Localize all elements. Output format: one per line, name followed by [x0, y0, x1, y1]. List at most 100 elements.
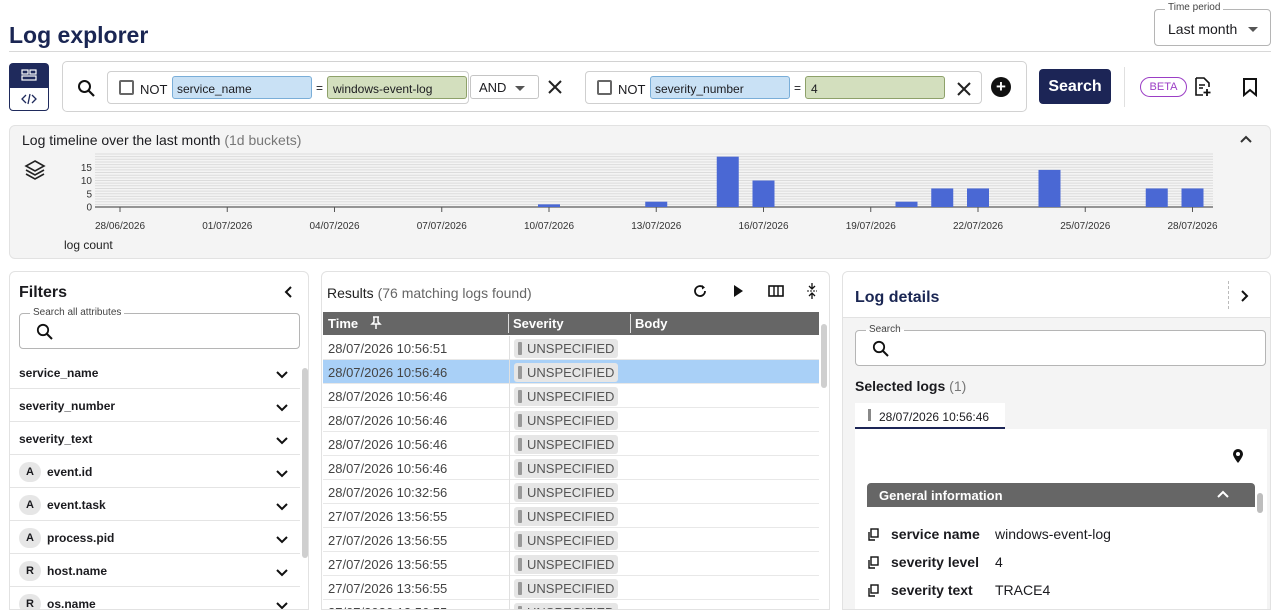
results-count: (76 matching logs found) — [377, 285, 532, 301]
details-scrollbar[interactable] — [1257, 493, 1263, 513]
details-search-input[interactable]: Search — [855, 324, 1266, 366]
timeline-chart: 0 5 10 15 28/06/2026 01/07/2026 04/07/2026 07/0… — [64, 153, 1218, 252]
live-tail-button[interactable] — [732, 284, 744, 303]
table-row[interactable]: 28/07/2026 10:32:56 UNSPECIFIED — [323, 480, 819, 504]
general-information-title: General information — [879, 488, 1003, 503]
x-tick-label: 28/07/2026 — [1167, 221, 1217, 232]
code-icon — [21, 93, 37, 105]
column-divider[interactable] — [508, 314, 509, 333]
x-tick-label: 16/07/2026 — [738, 221, 788, 232]
collapse-timeline-button[interactable] — [1239, 131, 1253, 149]
collapse-filters-button[interactable] — [283, 285, 293, 304]
collapse-details-button[interactable] — [1240, 289, 1250, 308]
column-header-time[interactable]: Time — [328, 316, 358, 331]
code-mode-button[interactable] — [9, 87, 49, 111]
table-row[interactable]: 27/07/2026 13:56:55 UNSPECIFIED — [323, 600, 819, 609]
filter-item[interactable]: service_name — [10, 356, 300, 389]
copy-icon[interactable] — [867, 556, 879, 569]
column-header-severity[interactable]: Severity — [513, 316, 564, 331]
results-scrollbar[interactable] — [821, 324, 827, 388]
query-builder: NOT service_name = windows-event-log NOT… — [62, 61, 1027, 112]
chart-bar — [1038, 169, 1061, 207]
detail-field-key: severity level — [891, 554, 979, 570]
selected-logs-label: Selected logs — [855, 378, 946, 394]
row-height-button[interactable] — [806, 282, 818, 305]
general-information-section-header[interactable]: General information — [867, 483, 1255, 507]
pin-icon[interactable] — [370, 316, 382, 330]
filters-search-input[interactable]: Search all attributes — [19, 307, 300, 349]
chevron-down-icon — [515, 86, 525, 91]
table-row[interactable]: 28/07/2026 10:56:46 UNSPECIFIED — [323, 432, 819, 456]
remove-condition-1-button[interactable] — [541, 75, 569, 103]
remove-condition-2-button[interactable] — [950, 77, 978, 105]
cell-time: 27/07/2026 13:56:55 — [328, 509, 448, 524]
filters-scrollbar[interactable] — [302, 368, 308, 558]
query-builder-mode-button[interactable] — [9, 63, 49, 87]
search-icon — [36, 323, 53, 340]
filter-item[interactable]: Aevent.id — [10, 455, 300, 488]
timeline-subtitle: (1d buckets) — [224, 132, 302, 148]
add-condition-button[interactable]: + — [991, 77, 1011, 97]
condition-key-1[interactable]: service_name — [172, 76, 312, 99]
logical-operator-select[interactable]: AND — [470, 75, 539, 99]
refresh-button[interactable] — [692, 283, 708, 304]
table-row[interactable]: 27/07/2026 13:56:55 UNSPECIFIED — [323, 576, 819, 600]
filter-item-name: process.pid — [47, 531, 115, 545]
chevron-down-icon[interactable] — [276, 399, 288, 412]
detail-field-value: 4 — [995, 554, 1003, 570]
table-row[interactable]: 28/07/2026 10:56:46 UNSPECIFIED — [323, 384, 819, 408]
chevron-down-icon[interactable] — [276, 432, 288, 445]
condition-value-1[interactable]: windows-event-log — [327, 76, 467, 99]
attribute-type-badge: A — [19, 462, 41, 482]
table-row[interactable]: 28/07/2026 10:56:51 UNSPECIFIED — [323, 336, 819, 360]
chevron-down-icon[interactable] — [276, 465, 288, 478]
column-header-body[interactable]: Body — [635, 316, 668, 331]
table-row[interactable]: 27/07/2026 13:56:55 UNSPECIFIED — [323, 504, 819, 528]
columns-button[interactable] — [768, 284, 784, 303]
copy-icon[interactable] — [867, 584, 879, 597]
detail-field-key: severity text — [891, 582, 973, 598]
not-checkbox-1[interactable] — [119, 80, 134, 95]
chevron-down-icon[interactable] — [276, 498, 288, 511]
table-row[interactable]: 27/07/2026 13:56:55 UNSPECIFIED — [323, 528, 819, 552]
results-title: Results (76 matching logs found) — [327, 285, 532, 301]
table-row[interactable]: 28/07/2026 10:56:46 UNSPECIFIED — [323, 456, 819, 480]
bookmark-icon[interactable] — [1242, 77, 1258, 102]
table-row[interactable]: 27/07/2026 13:56:55 UNSPECIFIED — [323, 552, 819, 576]
filter-item[interactable]: Aprocess.pid — [10, 521, 300, 554]
search-button[interactable]: Search — [1039, 69, 1111, 104]
time-period-value: Last month — [1168, 21, 1238, 37]
cell-divider — [509, 384, 510, 408]
toolbar-divider — [1124, 67, 1125, 107]
timeline-title-text: Log timeline over the last month — [22, 132, 221, 148]
location-pin-icon[interactable] — [1232, 448, 1244, 469]
table-row[interactable]: 28/07/2026 10:56:46 UNSPECIFIED — [323, 360, 819, 384]
filter-item[interactable]: severity_text — [10, 422, 300, 455]
condition-value-2[interactable]: 4 — [805, 76, 945, 99]
filter-item-name: service_name — [19, 366, 99, 380]
filter-item[interactable]: severity_number — [10, 389, 300, 422]
selected-log-tab-label: 28/07/2026 10:56:46 — [879, 410, 990, 424]
log-detail-card: General information service name windows-… — [855, 429, 1267, 609]
chevron-down-icon[interactable] — [276, 366, 288, 379]
cell-divider — [509, 456, 510, 480]
new-document-icon[interactable] — [1192, 76, 1214, 103]
chevron-down-icon[interactable] — [276, 531, 288, 544]
filter-item[interactable]: Rhost.name — [10, 554, 300, 587]
details-search-label: Search — [866, 324, 904, 335]
severity-badge: UNSPECIFIED — [514, 387, 619, 406]
chevron-down-icon[interactable] — [276, 564, 288, 577]
selected-log-tab[interactable]: 28/07/2026 10:56:46 — [855, 403, 1005, 429]
not-checkbox-2[interactable] — [597, 80, 612, 95]
filter-item[interactable]: Ros.name — [10, 587, 300, 609]
filter-item[interactable]: Aevent.task — [10, 488, 300, 521]
chevron-down-icon[interactable] — [276, 597, 288, 609]
column-divider[interactable] — [630, 314, 631, 333]
copy-icon[interactable] — [867, 528, 879, 541]
condition-key-2[interactable]: severity_number — [650, 76, 790, 99]
layers-icon[interactable] — [24, 159, 46, 186]
time-period-select[interactable]: Time period Last month — [1154, 2, 1271, 46]
table-row[interactable]: 28/07/2026 10:56:46 UNSPECIFIED — [323, 408, 819, 432]
chevron-left-icon — [284, 286, 292, 298]
chart-bar — [752, 180, 775, 207]
